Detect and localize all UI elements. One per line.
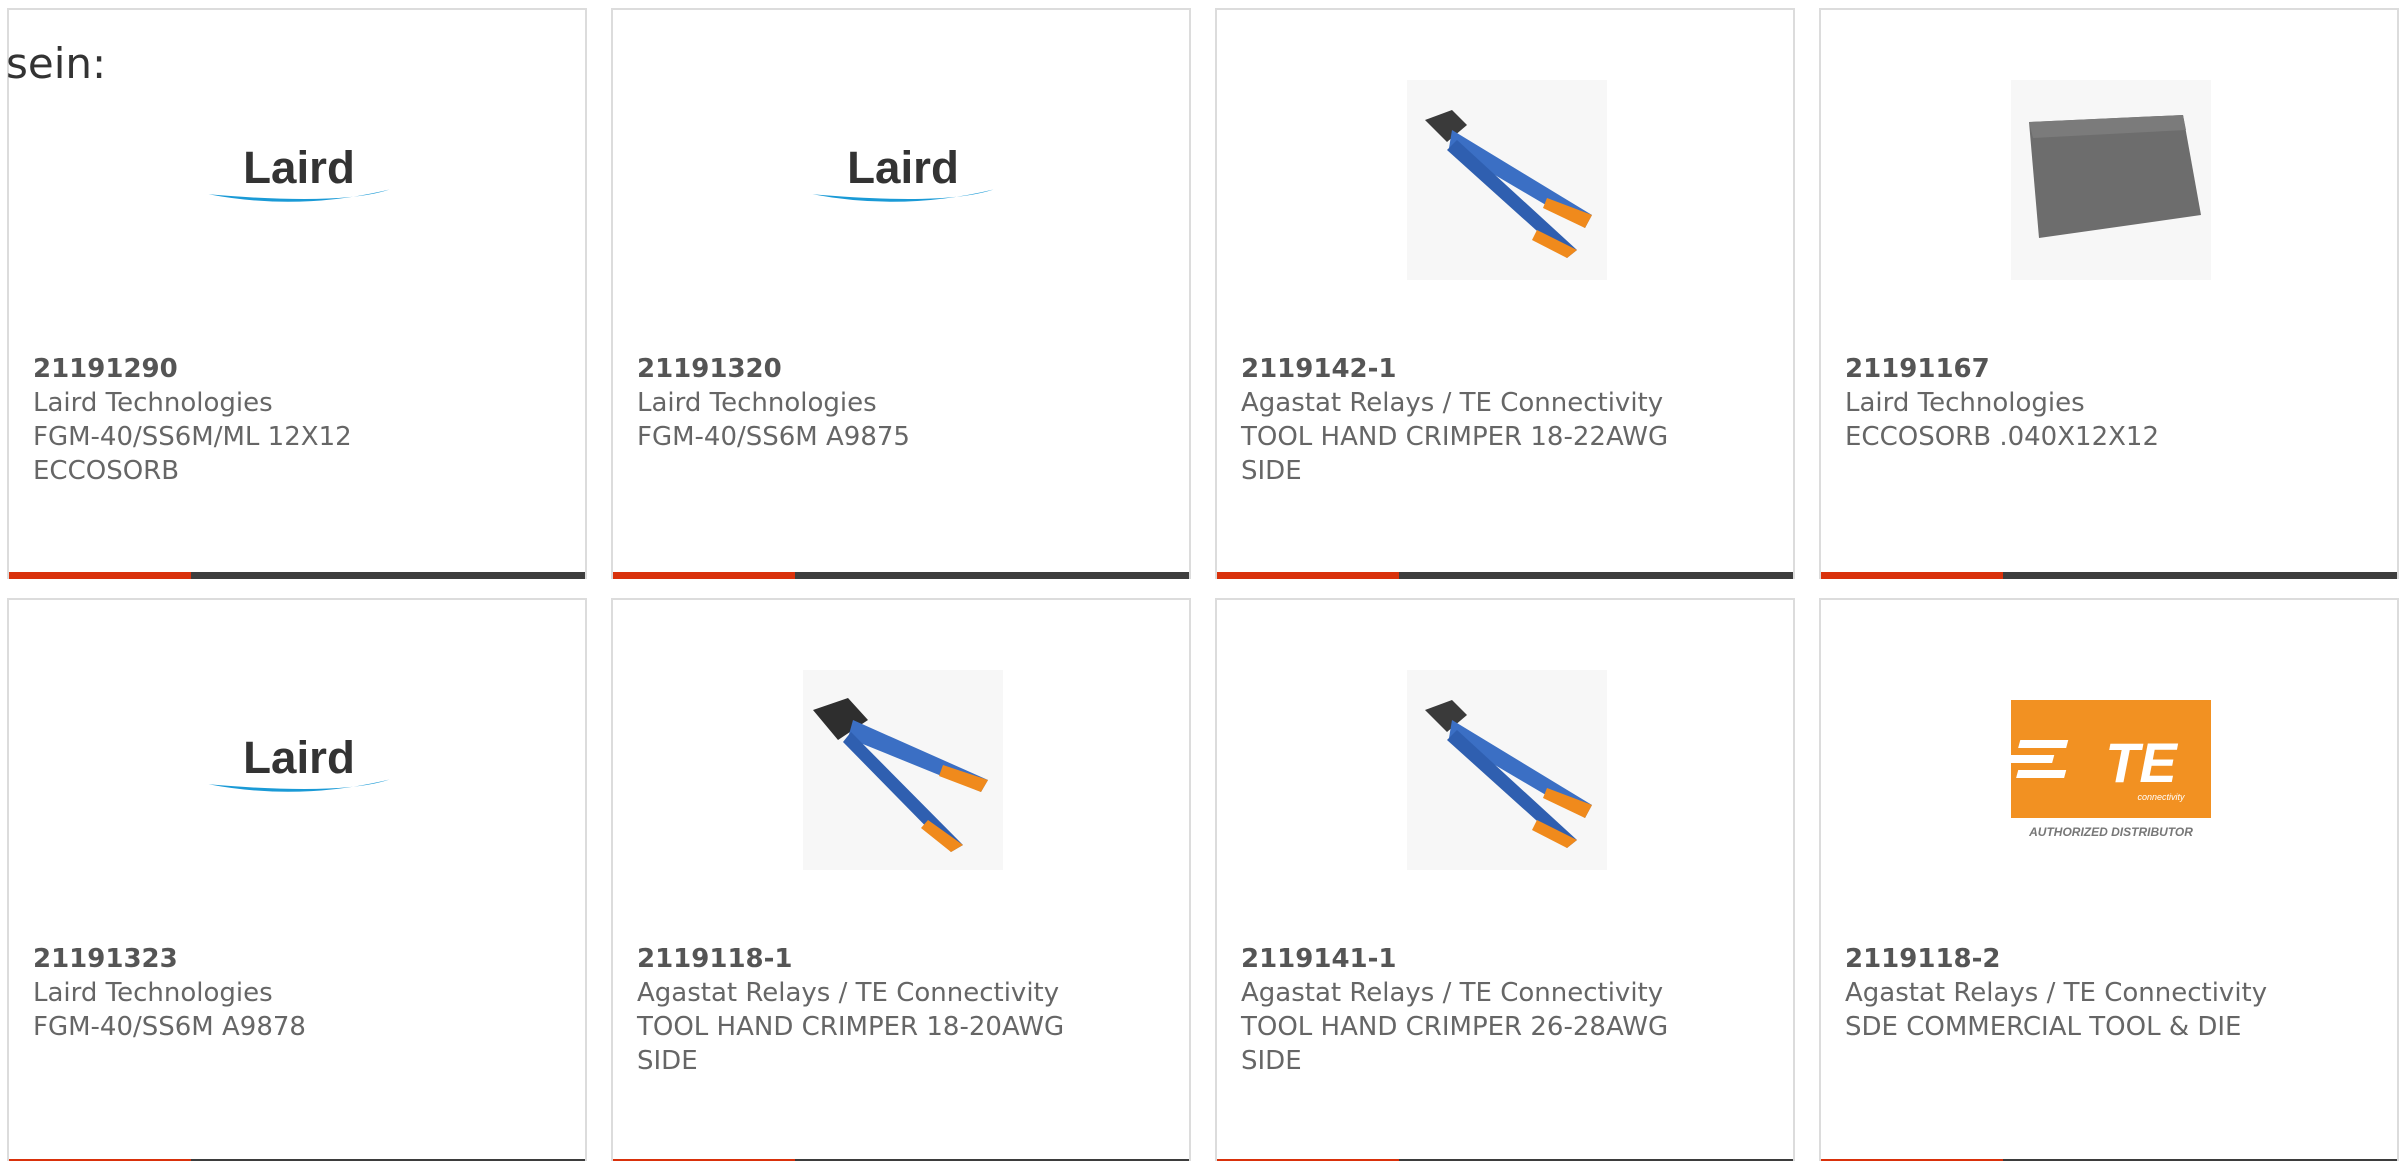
- manufacturer-name: Agastat Relays / TE Connectivity: [637, 978, 1060, 1008]
- part-number[interactable]: 2119142-1: [1241, 352, 1771, 386]
- svg-text:AUTHORIZED DISTRIBUTOR: AUTHORIZED DISTRIBUTOR: [2028, 825, 2193, 839]
- svg-text:Laird: Laird: [243, 735, 355, 783]
- manufacturer-name: Agastat Relays / TE Connectivity: [1845, 978, 2268, 1008]
- part-number[interactable]: 2119141-1: [1241, 942, 1771, 976]
- card-footer-bar: [9, 572, 585, 579]
- product-description: FGM-40/SS6M A9875: [637, 422, 910, 452]
- part-number[interactable]: 21191320: [637, 352, 1167, 386]
- part-number[interactable]: 2119118-1: [637, 942, 1167, 976]
- manufacturer-name: Agastat Relays / TE Connectivity: [1241, 978, 1664, 1008]
- crimper-tool-image: [1407, 80, 1607, 280]
- product-grid: Laird 21191290 Laird Technologies FGM-40…: [0, 0, 2400, 1161]
- manufacturer-name: Laird Technologies: [33, 388, 273, 418]
- product-card[interactable]: 2119142-1 Agastat Relays / TE Connectivi…: [1215, 8, 1795, 579]
- part-number[interactable]: 21191167: [1845, 352, 2375, 386]
- part-number[interactable]: 21191290: [33, 352, 563, 386]
- svg-text:TE: TE: [2105, 731, 2178, 794]
- product-description: TOOL HAND CRIMPER 18-20AWG SIDE: [637, 1012, 1065, 1076]
- product-card[interactable]: Laird 21191323 Laird Technologies FGM-40…: [7, 598, 587, 1161]
- laird-logo-image: Laird: [199, 670, 399, 870]
- svg-text:connectivity: connectivity: [2137, 792, 2185, 802]
- product-card[interactable]: 2119141-1 Agastat Relays / TE Connectivi…: [1215, 598, 1795, 1161]
- product-description: TOOL HAND CRIMPER 18-22AWG SIDE: [1241, 422, 1669, 486]
- manufacturer-name: Laird Technologies: [33, 978, 273, 1008]
- crimper-tool-image: [803, 670, 1003, 870]
- product-card[interactable]: Laird 21191320 Laird Technologies FGM-40…: [611, 8, 1191, 579]
- product-card[interactable]: 21191167 Laird Technologies ECCOSORB .04…: [1819, 8, 2399, 579]
- te-connectivity-logo-image: TE connectivity AUTHORIZED DISTRIBUTOR: [2011, 670, 2211, 870]
- crimper-tool-image: [1407, 670, 1607, 870]
- product-card[interactable]: TE connectivity AUTHORIZED DISTRIBUTOR 2…: [1819, 598, 2399, 1161]
- card-footer-bar: [1217, 572, 1793, 579]
- card-footer-bar: [1821, 572, 2397, 579]
- manufacturer-name: Laird Technologies: [1845, 388, 2085, 418]
- product-card[interactable]: Laird 21191290 Laird Technologies FGM-40…: [7, 8, 587, 579]
- laird-logo-image: Laird: [803, 80, 1003, 280]
- svg-text:Laird: Laird: [847, 145, 959, 193]
- part-number[interactable]: 2119118-2: [1845, 942, 2375, 976]
- svg-text:Laird: Laird: [243, 145, 355, 193]
- intro-text: sein:: [6, 39, 107, 88]
- product-description: FGM-40/SS6M/ML 12X12 ECCOSORB: [33, 422, 352, 486]
- manufacturer-name: Laird Technologies: [637, 388, 877, 418]
- manufacturer-name: Agastat Relays / TE Connectivity: [1241, 388, 1664, 418]
- product-description: SDE COMMERCIAL TOOL & DIE: [1845, 1012, 2242, 1042]
- laird-logo-image: Laird: [199, 80, 399, 280]
- card-footer-bar: [613, 572, 1189, 579]
- part-number[interactable]: 21191323: [33, 942, 563, 976]
- product-description: TOOL HAND CRIMPER 26-28AWG SIDE: [1241, 1012, 1669, 1076]
- product-card[interactable]: 2119118-1 Agastat Relays / TE Connectivi…: [611, 598, 1191, 1161]
- product-description: FGM-40/SS6M A9878: [33, 1012, 306, 1042]
- product-description: ECCOSORB .040X12X12: [1845, 422, 2160, 452]
- absorber-sheet-image: [2011, 80, 2211, 280]
